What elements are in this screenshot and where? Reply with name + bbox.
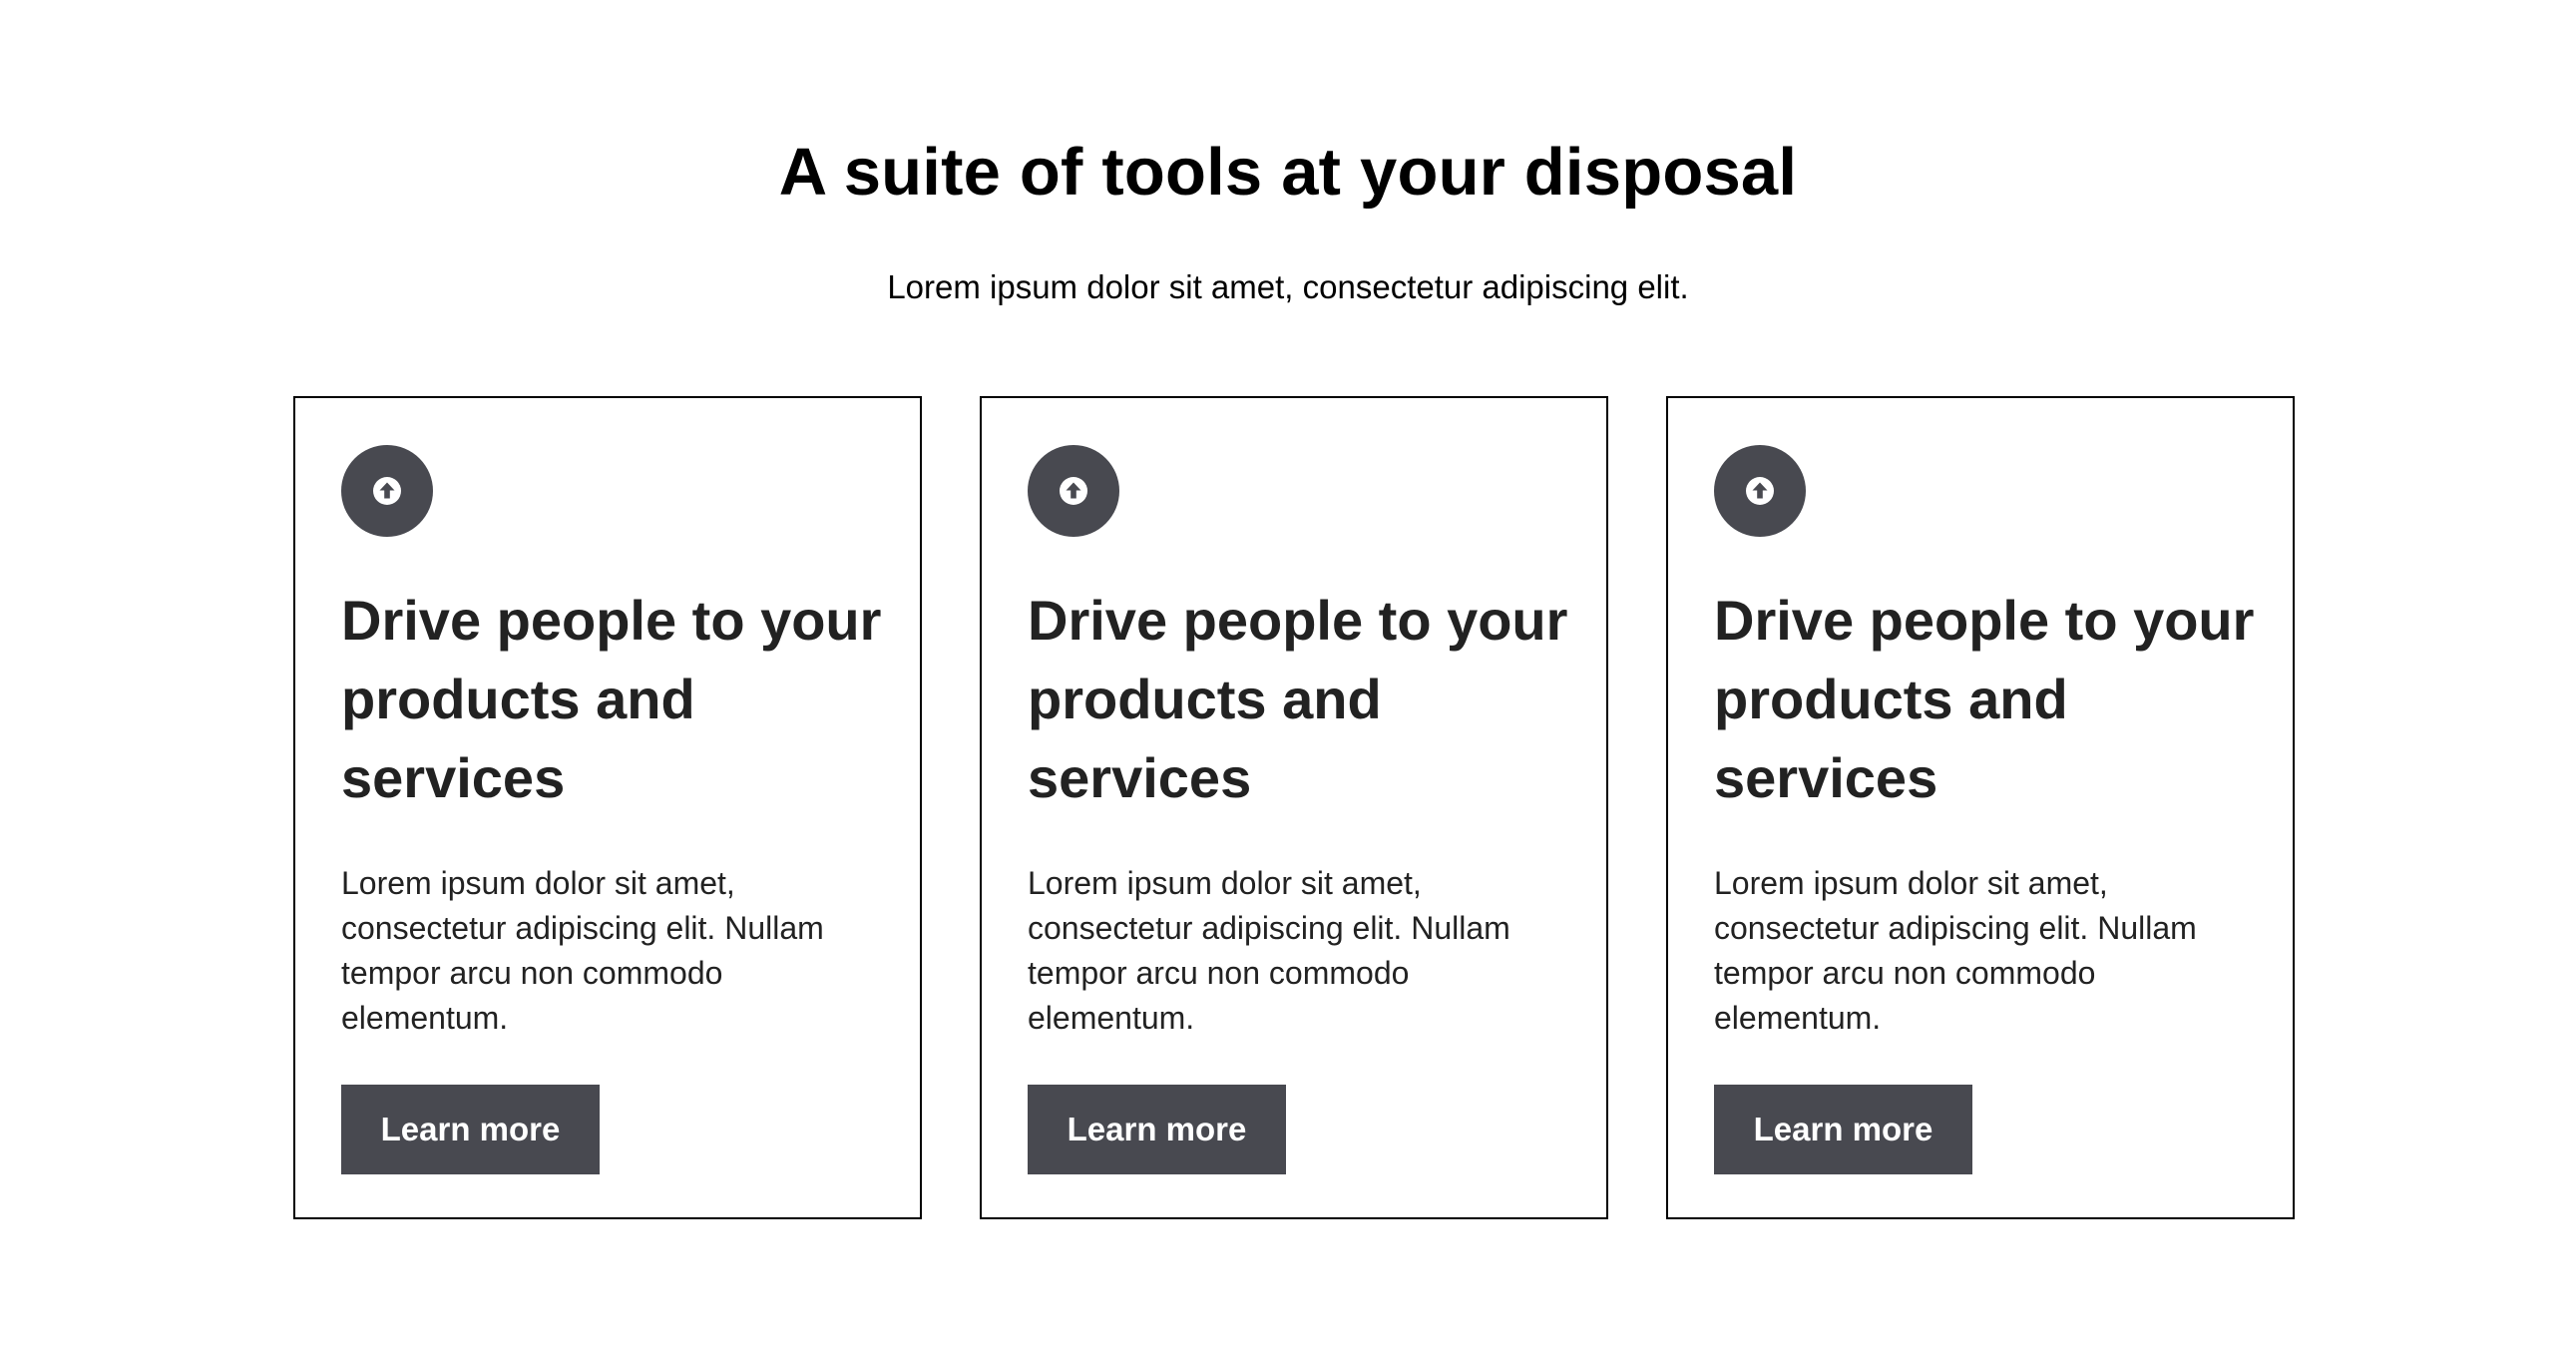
- learn-more-button[interactable]: Learn more: [1714, 1085, 1972, 1174]
- card-description: Lorem ipsum dolor sit amet, consectetur …: [1028, 865, 1510, 1036]
- learn-more-button[interactable]: Learn more: [1028, 1085, 1286, 1174]
- arrow-up-circle-icon: [341, 445, 433, 537]
- learn-more-button[interactable]: Learn more: [341, 1085, 600, 1174]
- section-title: A suite of tools at your disposal: [778, 135, 1798, 210]
- section-subtitle: Lorem ipsum dolor sit amet, consectetur …: [887, 268, 1689, 305]
- card-title: Drive people to your products and servic…: [1714, 589, 2255, 809]
- arrow-up-circle-icon: [1714, 445, 1806, 537]
- card-description: Lorem ipsum dolor sit amet, consectetur …: [341, 865, 824, 1036]
- feature-card: Drive people to your products and servic…: [1666, 396, 2295, 1219]
- features-section: A suite of tools at your disposal Lorem …: [0, 0, 2576, 1363]
- feature-card: Drive people to your products and servic…: [980, 396, 1608, 1219]
- card-description: Lorem ipsum dolor sit amet, consectetur …: [1714, 865, 2197, 1036]
- feature-card: Drive people to your products and servic…: [293, 396, 922, 1219]
- card-title: Drive people to your products and servic…: [341, 589, 882, 809]
- card-title: Drive people to your products and servic…: [1028, 589, 1568, 809]
- arrow-up-circle-icon: [1028, 445, 1119, 537]
